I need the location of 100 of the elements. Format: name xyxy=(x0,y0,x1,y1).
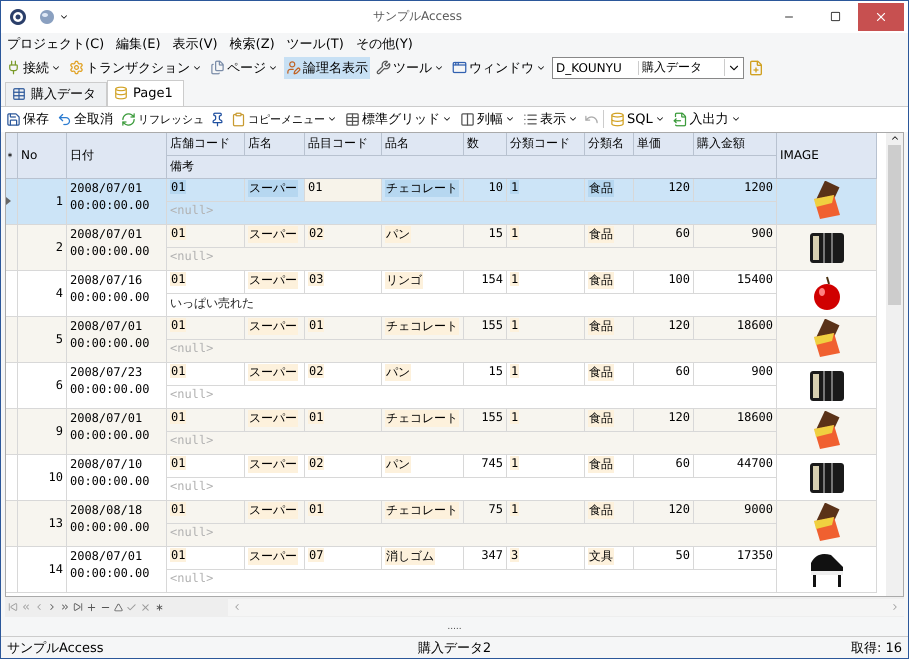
last-record-icon[interactable] xyxy=(73,602,83,612)
add-table-icon[interactable] xyxy=(748,60,764,76)
column-header[interactable]: IMAGE xyxy=(777,132,877,179)
column-header[interactable]: 分類コード xyxy=(507,132,585,156)
table-cell: 1 xyxy=(507,408,585,432)
wrench-icon xyxy=(376,60,391,76)
table-cell: いっぱい売れた xyxy=(167,294,777,317)
table-cell: 消しゴム xyxy=(382,546,464,570)
table-cell: 03 xyxy=(305,270,382,294)
table-select-field[interactable]: D_KOUNYU 購入データ xyxy=(552,56,744,79)
horizontal-scrollbar[interactable] xyxy=(228,598,904,616)
menu-item[interactable]: 編集(E) xyxy=(116,34,161,53)
vertical-scrollbar[interactable] xyxy=(886,132,903,596)
column-header[interactable]: 品目コード xyxy=(305,132,382,156)
table-cell: 900 xyxy=(694,224,777,248)
table-cell: <null> xyxy=(167,248,777,271)
export-icon xyxy=(672,112,688,127)
table-cell: 9000 xyxy=(694,500,777,524)
toolbar-button[interactable]: 接続 xyxy=(4,56,63,79)
pin-icon[interactable] xyxy=(210,112,225,127)
table-cell: 01 xyxy=(167,178,245,202)
table-cell: 100 xyxy=(634,270,694,294)
splitter-handle[interactable]: ..... xyxy=(1,623,908,632)
toolbar-button[interactable]: 列幅 xyxy=(458,108,517,130)
column-header[interactable]: No xyxy=(18,132,67,179)
table-cell: <null> xyxy=(167,524,777,547)
table-cell: リンゴ xyxy=(382,270,464,294)
grid-icon xyxy=(345,112,360,127)
time-text: 00:00:00.00 xyxy=(70,564,150,582)
table-cell: 1 xyxy=(507,178,585,202)
table-cell: 6 xyxy=(18,362,67,409)
table-cell: 01 xyxy=(167,454,245,478)
table-cell: 10 xyxy=(18,454,67,501)
menu-item[interactable]: 表示(V) xyxy=(172,34,218,53)
close-button[interactable] xyxy=(858,2,904,31)
column-header[interactable]: 単価 xyxy=(634,132,694,156)
table-cell: 18600 xyxy=(694,408,777,432)
column-header[interactable]: 店名 xyxy=(245,132,305,156)
table-cell: 07 xyxy=(305,546,382,570)
toolbar-button[interactable]: 全取消 xyxy=(55,108,115,130)
list-icon xyxy=(523,112,538,127)
tab[interactable]: 購入データ xyxy=(5,82,107,106)
column-header[interactable]: 店舗コード xyxy=(167,132,245,156)
table-cell: パン xyxy=(382,362,464,386)
table-cell: 食品 xyxy=(585,454,634,478)
toolbar-button[interactable]: 保存 xyxy=(4,108,51,130)
table-cell: 食品 xyxy=(585,178,634,202)
status-text: 購入データ2 xyxy=(416,640,492,657)
toolbar-button[interactable]: 入出力 xyxy=(670,108,743,130)
menu-item[interactable]: その他(Y) xyxy=(356,34,413,53)
toolbar-button[interactable]: ツール xyxy=(374,56,446,79)
time-text: 00:00:00.00 xyxy=(70,288,150,306)
undo-icon xyxy=(57,112,72,127)
column-header[interactable]: 数 xyxy=(464,132,507,156)
pages-icon xyxy=(210,60,225,76)
table-cell: 01 xyxy=(305,316,382,340)
toolbar-button[interactable]: コピーメニュー xyxy=(229,110,339,129)
table-cell: スーパー xyxy=(245,408,305,432)
table-cell: 2 xyxy=(18,224,67,271)
column-header[interactable]: 日付 xyxy=(67,132,167,179)
toolbar-button[interactable]: トランザクション xyxy=(67,56,204,79)
column-header[interactable]: 分類名 xyxy=(585,132,634,156)
menu-item[interactable]: プロジェクト(C) xyxy=(7,34,104,53)
date-text: 2008/07/01 xyxy=(70,180,144,197)
table-cell: スーパー xyxy=(245,178,305,202)
edit-record-icon[interactable] xyxy=(114,602,123,612)
refresh-record-icon[interactable] xyxy=(154,602,165,613)
column-header[interactable]: 購入金額 xyxy=(694,132,777,156)
table-icon xyxy=(12,87,26,102)
status-text: サンプルAccess xyxy=(6,640,105,657)
add-record-icon[interactable] xyxy=(86,602,97,613)
time-text: 00:00:00.00 xyxy=(70,334,150,352)
person-icon xyxy=(286,60,301,76)
table-cell: 1 xyxy=(18,178,67,225)
toolbar-button[interactable]: リフレッシュ xyxy=(119,110,206,129)
toolbar-button[interactable]: 論理名表示 xyxy=(284,56,370,79)
window-icon xyxy=(452,60,467,76)
table-cell: 01 xyxy=(167,362,245,386)
toolbar-button[interactable]: 表示 xyxy=(521,108,580,130)
tab[interactable]: Page1 xyxy=(107,80,184,106)
row-indicator[interactable] xyxy=(6,178,18,225)
toolbar-button[interactable]: 標準グリッド xyxy=(343,108,454,130)
plug-icon xyxy=(6,60,21,76)
status-text: 取得: 16 xyxy=(850,640,903,657)
column-header[interactable]: 備考 xyxy=(167,156,777,179)
table-cell: 50 xyxy=(634,546,694,570)
toolbar-button[interactable]: ページ xyxy=(208,56,280,79)
menu-item[interactable]: ツール(T) xyxy=(286,34,344,53)
toolbar-button[interactable]: SQL xyxy=(608,110,667,129)
column-header[interactable]: 品名 xyxy=(382,132,464,156)
first-record-icon[interactable] xyxy=(8,602,18,612)
date-text: 2008/07/10 xyxy=(70,456,144,473)
toolbar-button[interactable]: ウィンドウ xyxy=(450,56,548,79)
table-cell: スーパー xyxy=(245,454,305,478)
table-cell: スーパー xyxy=(245,546,305,570)
menu-item[interactable]: 検索(Z) xyxy=(230,34,275,53)
previous-page-icon[interactable] xyxy=(21,602,31,612)
date-text: 2008/07/01 xyxy=(70,226,144,243)
table-cell: 15400 xyxy=(694,270,777,294)
next-page-icon[interactable] xyxy=(60,602,70,612)
